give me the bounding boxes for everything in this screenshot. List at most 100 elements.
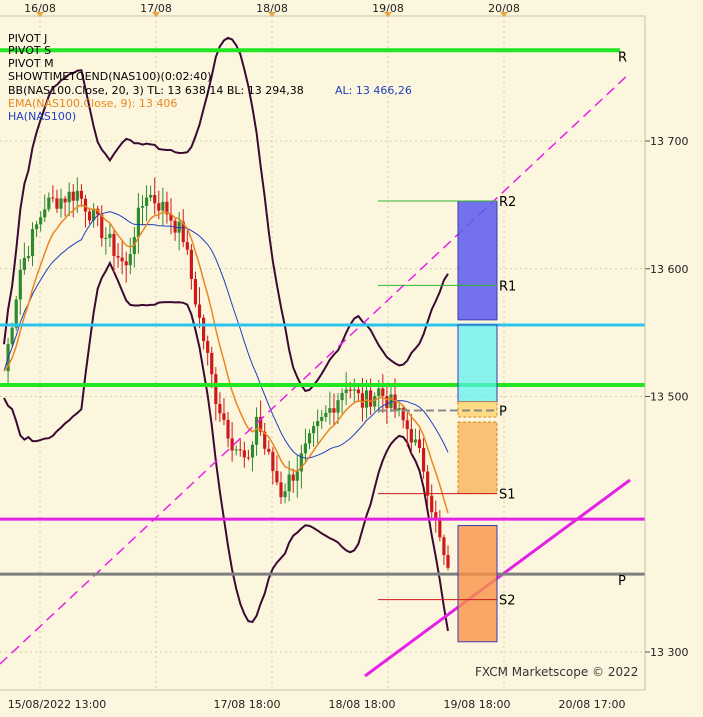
level-right-label: R <box>618 50 627 65</box>
candle-body <box>340 393 344 401</box>
candle-body <box>324 412 328 417</box>
candle-body <box>417 439 422 449</box>
candle-body <box>214 374 218 404</box>
pivot-label-s2: S2 <box>499 594 516 609</box>
zone-r2-r1 <box>457 200 498 321</box>
candle-body <box>271 451 275 471</box>
candle-body <box>197 304 202 318</box>
candle-body <box>30 229 35 257</box>
candle-body <box>389 394 393 409</box>
y-tick-label: 13 600 <box>650 263 689 276</box>
candle-body <box>303 443 308 454</box>
candle-body <box>136 207 141 238</box>
candle-body <box>18 269 22 300</box>
candle-body <box>364 390 369 408</box>
bottom-time-label: 18/08 18:00 <box>329 698 396 711</box>
candle-body <box>108 233 112 238</box>
candle-body <box>59 198 63 209</box>
zone-p-s1 <box>457 421 498 495</box>
y-tick-label: 13 500 <box>650 391 689 404</box>
candle-body <box>316 421 320 427</box>
candle-body <box>377 388 381 397</box>
candle-body <box>405 420 409 430</box>
candle-body <box>67 191 71 203</box>
candle-body <box>336 400 340 413</box>
candle-body <box>332 408 336 413</box>
bottom-time-label: 20/08 17:00 <box>559 698 626 711</box>
candle-body <box>373 396 377 407</box>
candle-body <box>26 256 31 258</box>
candle-body <box>222 413 226 420</box>
candle-body <box>185 242 189 250</box>
candle-body <box>352 389 356 391</box>
candle-body <box>438 520 442 538</box>
candle-body <box>79 190 83 199</box>
bottom-time-label: 19/08 18:00 <box>444 698 511 711</box>
candle-body <box>75 190 79 201</box>
bottom-time-label: 15/08/2022 13:00 <box>8 698 107 711</box>
candle-body <box>311 426 316 434</box>
candle-body <box>157 203 161 211</box>
candle-body <box>22 257 26 270</box>
candle-body <box>116 255 120 258</box>
pivot-label-s1: S1 <box>499 488 516 503</box>
candle-body <box>320 416 324 422</box>
legend-item: PIVOT S <box>8 44 51 57</box>
candle-body <box>120 257 124 262</box>
candle-body <box>149 194 153 198</box>
candle-body <box>344 389 348 394</box>
candle-body <box>275 470 279 483</box>
candle-body <box>242 450 246 458</box>
candle-body <box>210 352 214 375</box>
candle-body <box>112 233 116 256</box>
y-tick-label: 13 300 <box>650 646 689 659</box>
candle-body <box>193 278 198 305</box>
candle-body <box>267 448 271 452</box>
candle-body <box>291 474 295 481</box>
candle-body <box>71 191 75 201</box>
candle-body <box>393 394 397 411</box>
price-chart[interactable]: RP13 556,2113 403,7613 361,50 R2R1PS1S2 … <box>0 0 703 717</box>
candle-body <box>279 482 283 498</box>
candle-body <box>226 419 230 439</box>
legend-item: AL: 13 466,26 <box>335 84 412 97</box>
pivot-label-p: P <box>499 405 507 420</box>
y-tick-label: 13 700 <box>650 135 689 148</box>
candle-body <box>287 474 291 492</box>
candle-body <box>369 390 373 407</box>
candle-body <box>426 471 430 496</box>
candle-body <box>189 249 193 279</box>
watermark-text: FXCM Marketscope © 2022 <box>475 665 638 679</box>
candle-body <box>421 448 426 472</box>
candle-body <box>128 254 132 266</box>
candle-body <box>55 198 59 209</box>
candle-body <box>201 317 206 342</box>
legend-item: HA(NAS100) <box>8 110 76 123</box>
candle-body <box>47 197 51 210</box>
candle-body <box>246 457 251 459</box>
candle-body <box>413 439 418 443</box>
candle-body <box>446 555 450 568</box>
zone-p <box>457 401 498 418</box>
top-axis-bar <box>0 0 645 16</box>
legend-item: BB(NAS100.Close, 20, 3) TL: 13 638,14 BL… <box>8 84 304 97</box>
candle-body <box>234 449 238 451</box>
level-right-label: P <box>618 574 626 589</box>
candle-body <box>63 198 67 203</box>
candle-body <box>307 433 312 444</box>
candle-body <box>283 491 287 498</box>
candle-body <box>34 224 39 230</box>
candle-body <box>124 261 128 266</box>
candle-body <box>161 201 165 211</box>
candle-body <box>238 449 242 451</box>
candle-body <box>43 209 47 218</box>
candle-body <box>218 403 222 414</box>
candle-body <box>83 198 88 212</box>
candle-body <box>254 416 259 445</box>
candle-body <box>360 393 365 408</box>
bottom-time-label: 17/08 18:00 <box>214 698 281 711</box>
candle-body <box>348 389 352 391</box>
legend-item: PIVOT M <box>8 57 54 70</box>
candle-body <box>356 389 360 394</box>
zone-r1-p <box>457 324 498 403</box>
